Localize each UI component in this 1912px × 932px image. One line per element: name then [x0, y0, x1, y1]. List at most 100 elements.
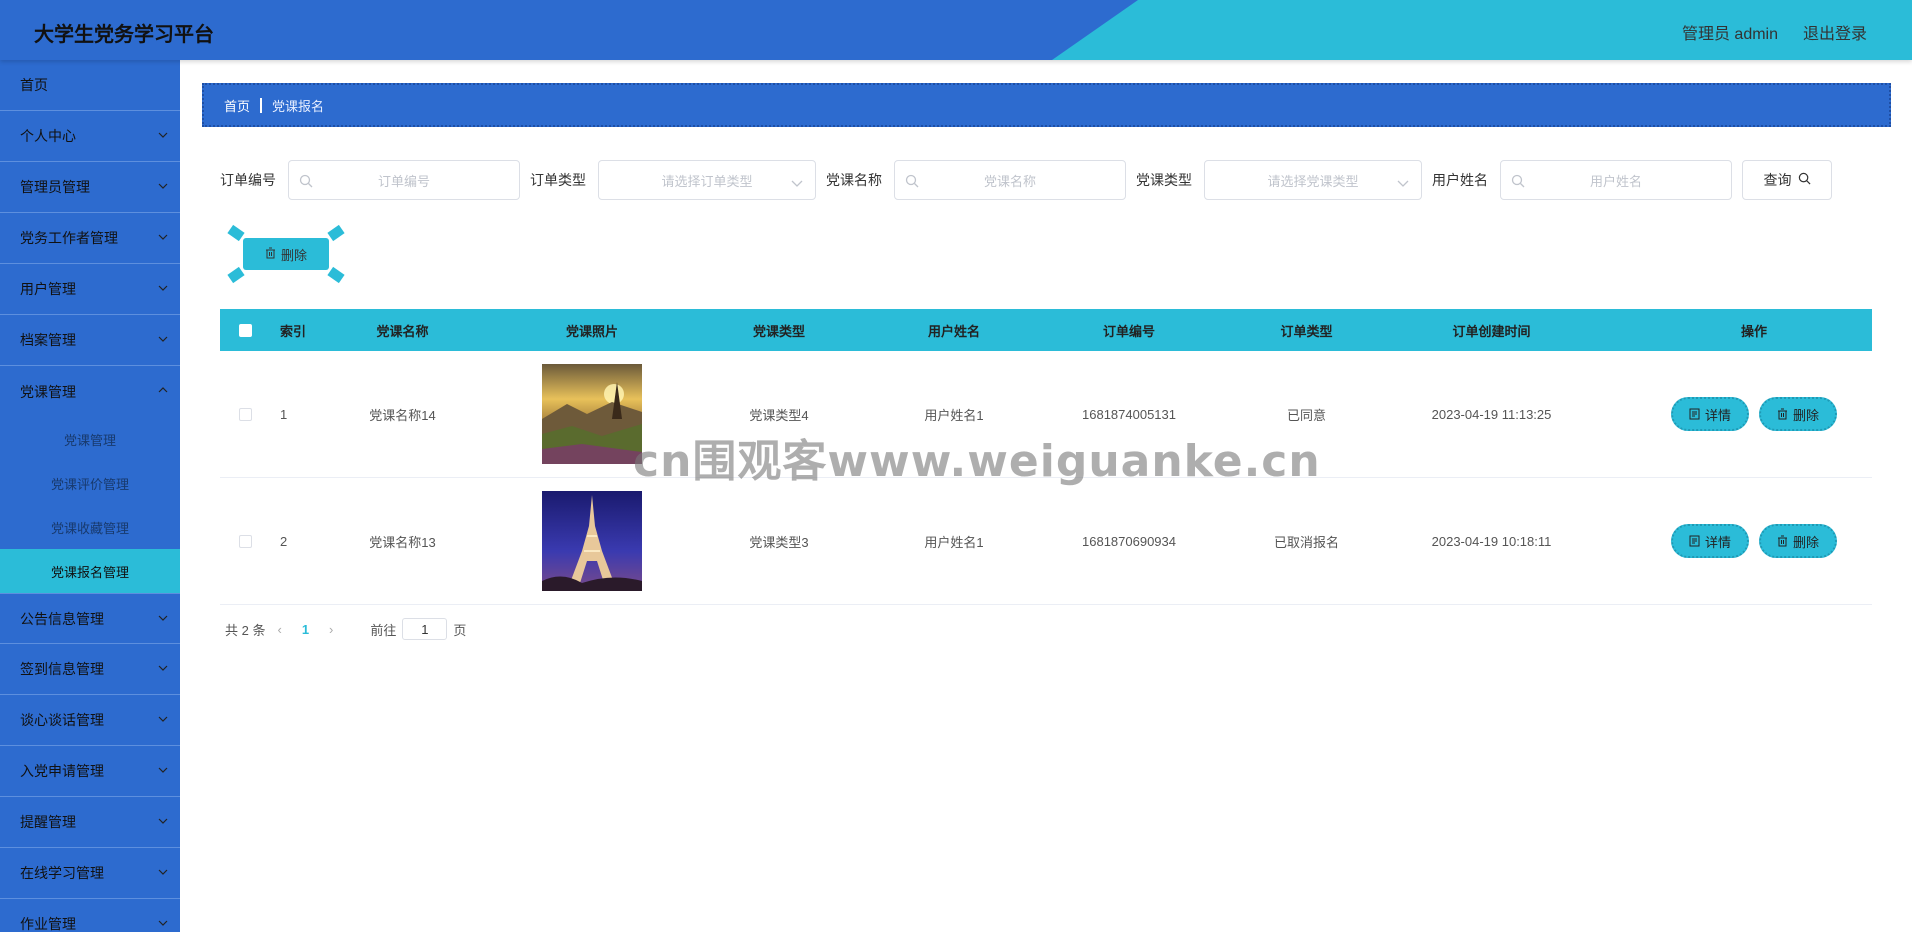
row-photo [485, 364, 699, 464]
sidebar-item-label: 首页 [20, 77, 48, 93]
sidebar-item-checkin[interactable]: 签到信息管理 [0, 644, 180, 695]
chevron-down-icon [158, 918, 168, 928]
trash-icon [1777, 535, 1787, 547]
delete-button[interactable]: 删除 [1759, 524, 1837, 558]
sidebar-item-label: 个人中心 [20, 128, 76, 144]
chevron-down-icon [1397, 176, 1409, 191]
sidebar-item-label: 公告信息管理 [20, 610, 104, 627]
row-checkbox[interactable] [220, 407, 270, 421]
search-icon [299, 174, 313, 188]
document-icon [1689, 408, 1700, 420]
sidebar-item-personal-center[interactable]: 个人中心 [0, 111, 180, 162]
order-no-placeholder: 订单编号 [377, 173, 430, 189]
row-order-no: 1681874005131 [1082, 406, 1176, 422]
chevron-down-icon [791, 176, 803, 191]
row-index: 2 [280, 533, 288, 549]
course-type-placeholder: 请选择党课类型 [1267, 173, 1359, 189]
trash-icon [265, 247, 276, 262]
header-user: 用户姓名 [927, 323, 980, 339]
row-actions: 详情 删除 [1579, 524, 1912, 558]
row-user-name: 用户姓名1 [924, 407, 984, 423]
chevron-down-icon [158, 816, 168, 826]
sidebar-item-archives[interactable]: 档案管理 [0, 315, 180, 366]
user-name-label: 用户姓名 [1432, 172, 1488, 188]
header-order: 订单编号 [1102, 323, 1155, 339]
sidebar-item-admin[interactable]: 管理员管理 [0, 162, 180, 213]
course-type-select[interactable]: 请选择党课类型 [1204, 160, 1422, 200]
header-accent [1052, 0, 1912, 60]
delete-button[interactable]: 删除 [1759, 397, 1837, 431]
order-type-select[interactable]: 请选择订单类型 [598, 160, 816, 200]
goto-label: 前往 [370, 622, 397, 638]
sidebar-item-label: 在线学习管理 [20, 865, 104, 881]
submenu-item-course-review[interactable]: 党课评价管理 [0, 461, 180, 505]
sidebar-item-label: 入党申请管理 [20, 763, 104, 779]
row-index: 1 [280, 406, 288, 422]
batch-delete-label: 删除 [280, 247, 307, 263]
eiffel-tower-night-photo[interactable] [542, 491, 642, 591]
select-all-checkbox[interactable] [220, 323, 270, 337]
submenu-item-course-favorites[interactable]: 党课收藏管理 [0, 505, 180, 549]
user-name-input[interactable]: 用户姓名 [1500, 160, 1732, 200]
sidebar-item-label: 管理员管理 [20, 179, 90, 195]
next-page-icon[interactable]: › [329, 622, 333, 637]
query-button[interactable]: 查询 [1742, 160, 1832, 200]
sidebar-item-talks[interactable]: 谈心谈话管理 [0, 695, 180, 746]
sidebar-item-party-workers[interactable]: 党务工作者管理 [0, 213, 180, 264]
course-type-label: 党课类型 [1136, 172, 1192, 188]
row-course-name: 党课名称14 [369, 407, 436, 423]
detail-button[interactable]: 详情 [1671, 524, 1749, 558]
detail-label: 详情 [1704, 534, 1731, 550]
course-name-input[interactable]: 党课名称 [894, 160, 1126, 200]
header-index: 索引 [280, 323, 307, 339]
sidebar-item-announcements[interactable]: 公告信息管理 [0, 593, 180, 644]
landscape-sunset-photo[interactable] [542, 364, 642, 464]
header-order-type: 订单类型 [1280, 323, 1333, 339]
sidebar-item-home[interactable]: 首页 [0, 60, 180, 111]
prev-page-icon[interactable]: ‹ [277, 622, 281, 637]
sidebar-item-reminders[interactable]: 提醒管理 [0, 797, 180, 848]
sidebar-item-courses[interactable]: 党课管理 [0, 366, 180, 417]
header-time: 订单创建时间 [1452, 323, 1531, 339]
row-order-no: 1681870690934 [1082, 533, 1176, 549]
sidebar-item-users[interactable]: 用户管理 [0, 264, 180, 315]
search-form: 订单编号 订单编号 订单类型 请选择订单类型 党课名称 党课名称 党课类型 请选… [220, 160, 1832, 200]
page-number[interactable]: 1 [302, 622, 309, 637]
order-no-input[interactable]: 订单编号 [288, 160, 520, 200]
row-checkbox[interactable] [220, 534, 270, 548]
logout-link[interactable]: 退出登录 [1803, 20, 1867, 44]
sidebar-item-label: 用户管理 [20, 281, 76, 297]
header-ops: 操作 [1740, 323, 1767, 339]
header-name: 党课名称 [376, 323, 429, 339]
search-icon [1511, 174, 1525, 188]
header-type: 党课类型 [752, 323, 805, 339]
user-name-placeholder: 用户姓名 [1589, 173, 1642, 189]
row-course-type: 党课类型4 [749, 407, 809, 423]
breadcrumb-home[interactable]: 首页 [224, 96, 250, 115]
submenu-item-course-manage[interactable]: 党课管理 [0, 417, 180, 461]
detail-button[interactable]: 详情 [1671, 397, 1749, 431]
data-table: 索引 党课名称 党课照片 党课类型 用户姓名 订单编号 订单类型 订单创建时间 … [220, 309, 1872, 605]
sidebar-item-homework[interactable]: 作业管理 [0, 899, 180, 932]
app-title: 大学生党务学习平台 [34, 24, 214, 46]
chevron-down-icon [158, 613, 168, 623]
breadcrumb-current: 党课报名 [272, 98, 325, 114]
row-created-time: 2023-04-19 10:18:11 [1431, 533, 1552, 549]
sidebar-item-label: 党务工作者管理 [20, 230, 118, 246]
sidebar-item-label: 提醒管理 [20, 814, 76, 830]
detail-label: 详情 [1704, 407, 1731, 423]
batch-delete-button[interactable]: 删除 [227, 224, 345, 284]
row-course-type: 党课类型3 [749, 534, 809, 550]
sidebar-item-label: 档案管理 [20, 332, 76, 348]
breadcrumb-separator [260, 97, 263, 113]
document-icon [1689, 535, 1700, 547]
sidebar-item-party-applications[interactable]: 入党申请管理 [0, 746, 180, 797]
goto-page-input[interactable] [402, 618, 448, 640]
submenu-item-course-signup[interactable]: 党课报名管理 [0, 549, 180, 593]
chevron-down-icon [158, 232, 168, 242]
chevron-down-icon [158, 867, 168, 877]
decor-corner [227, 224, 245, 242]
sidebar-item-online-learning[interactable]: 在线学习管理 [0, 848, 180, 899]
search-icon [905, 174, 919, 188]
row-course-name: 党课名称13 [369, 534, 436, 550]
